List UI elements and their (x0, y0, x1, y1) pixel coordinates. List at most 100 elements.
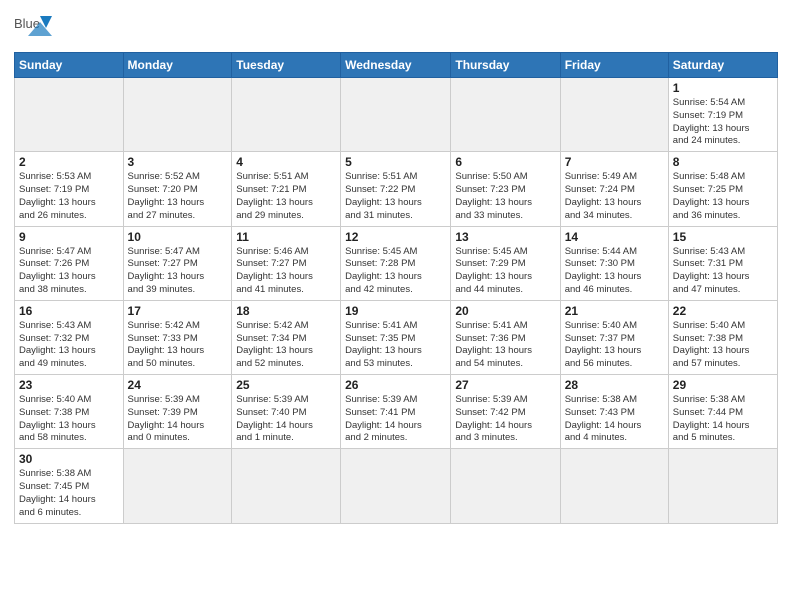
calendar-cell (232, 78, 341, 152)
day-info: Sunrise: 5:49 AM Sunset: 7:24 PM Dayligh… (565, 171, 664, 222)
day-number: 24 (128, 378, 228, 392)
day-number: 29 (673, 378, 773, 392)
calendar-cell: 20 Sunrise: 5:41 AM Sunset: 7:36 PM Dayli… (451, 300, 560, 374)
day-info: Sunrise: 5:51 AM Sunset: 7:21 PM Dayligh… (236, 171, 336, 222)
calendar-cell (15, 78, 124, 152)
day-info: Sunrise: 5:43 AM Sunset: 7:32 PM Dayligh… (19, 320, 119, 371)
day-number: 15 (673, 230, 773, 244)
calendar-week-6: 30 Sunrise: 5:38 AM Sunset: 7:45 PM Dayli… (15, 449, 778, 523)
calendar-cell: 24 Sunrise: 5:39 AM Sunset: 7:39 PM Dayli… (123, 375, 232, 449)
day-info: Sunrise: 5:42 AM Sunset: 7:34 PM Dayligh… (236, 320, 336, 371)
calendar-cell: 3 Sunrise: 5:52 AM Sunset: 7:20 PM Daylig… (123, 152, 232, 226)
calendar-cell: 12Sunrise: 5:45 AM Sunset: 7:28 PM Dayli… (341, 226, 451, 300)
day-info: Sunrise: 5:54 AM Sunset: 7:19 PM Dayligh… (673, 97, 773, 148)
day-number: 21 (565, 304, 664, 318)
calendar-week-4: 16 Sunrise: 5:43 AM Sunset: 7:32 PM Dayli… (15, 300, 778, 374)
day-number: 22 (673, 304, 773, 318)
day-number: 20 (455, 304, 555, 318)
day-number: 4 (236, 155, 336, 169)
weekday-header-friday: Friday (560, 53, 668, 78)
day-number: 13 (455, 230, 555, 244)
day-number: 18 (236, 304, 336, 318)
day-info: Sunrise: 5:51 AM Sunset: 7:22 PM Dayligh… (345, 171, 446, 222)
day-info: Sunrise: 5:40 AM Sunset: 7:38 PM Dayligh… (673, 320, 773, 371)
day-number: 1 (673, 81, 773, 95)
calendar-cell: 29 Sunrise: 5:38 AM Sunset: 7:44 PM Dayli… (668, 375, 777, 449)
calendar-cell: 19 Sunrise: 5:41 AM Sunset: 7:35 PM Dayli… (341, 300, 451, 374)
day-number: 27 (455, 378, 555, 392)
calendar-cell: 2Sunrise: 5:53 AM Sunset: 7:19 PM Daylig… (15, 152, 124, 226)
calendar-table: SundayMondayTuesdayWednesdayThursdayFrid… (14, 52, 778, 524)
calendar-cell: 9Sunrise: 5:47 AM Sunset: 7:26 PM Daylig… (15, 226, 124, 300)
calendar-cell (341, 449, 451, 523)
day-number: 17 (128, 304, 228, 318)
day-number: 19 (345, 304, 446, 318)
day-info: Sunrise: 5:38 AM Sunset: 7:45 PM Dayligh… (19, 468, 119, 519)
day-info: Sunrise: 5:39 AM Sunset: 7:42 PM Dayligh… (455, 394, 555, 445)
calendar-cell (232, 449, 341, 523)
day-info: Sunrise: 5:38 AM Sunset: 7:43 PM Dayligh… (565, 394, 664, 445)
calendar-week-5: 23Sunrise: 5:40 AM Sunset: 7:38 PM Dayli… (15, 375, 778, 449)
weekday-header-sunday: Sunday (15, 53, 124, 78)
day-info: Sunrise: 5:52 AM Sunset: 7:20 PM Dayligh… (128, 171, 228, 222)
day-number: 10 (128, 230, 228, 244)
calendar-cell (560, 78, 668, 152)
day-number: 8 (673, 155, 773, 169)
calendar-cell: 16 Sunrise: 5:43 AM Sunset: 7:32 PM Dayli… (15, 300, 124, 374)
weekday-header-tuesday: Tuesday (232, 53, 341, 78)
day-info: Sunrise: 5:53 AM Sunset: 7:19 PM Dayligh… (19, 171, 119, 222)
day-info: Sunrise: 5:39 AM Sunset: 7:41 PM Dayligh… (345, 394, 446, 445)
calendar-cell: 5 Sunrise: 5:51 AM Sunset: 7:22 PM Daylig… (341, 152, 451, 226)
calendar-cell: 13 Sunrise: 5:45 AM Sunset: 7:29 PM Dayli… (451, 226, 560, 300)
weekday-header-saturday: Saturday (668, 53, 777, 78)
calendar-cell: 17 Sunrise: 5:42 AM Sunset: 7:33 PM Dayli… (123, 300, 232, 374)
page-header: Blue (14, 10, 778, 46)
calendar-cell: 26Sunrise: 5:39 AM Sunset: 7:41 PM Dayli… (341, 375, 451, 449)
day-number: 3 (128, 155, 228, 169)
day-info: Sunrise: 5:39 AM Sunset: 7:39 PM Dayligh… (128, 394, 228, 445)
calendar-cell: 27 Sunrise: 5:39 AM Sunset: 7:42 PM Dayli… (451, 375, 560, 449)
day-info: Sunrise: 5:41 AM Sunset: 7:36 PM Dayligh… (455, 320, 555, 371)
calendar-cell: 22 Sunrise: 5:40 AM Sunset: 7:38 PM Dayli… (668, 300, 777, 374)
calendar-cell (668, 449, 777, 523)
weekday-header-wednesday: Wednesday (341, 53, 451, 78)
calendar-cell (123, 449, 232, 523)
calendar-cell: 21 Sunrise: 5:40 AM Sunset: 7:37 PM Dayli… (560, 300, 668, 374)
day-info: Sunrise: 5:42 AM Sunset: 7:33 PM Dayligh… (128, 320, 228, 371)
calendar-cell: 4 Sunrise: 5:51 AM Sunset: 7:21 PM Daylig… (232, 152, 341, 226)
day-info: Sunrise: 5:38 AM Sunset: 7:44 PM Dayligh… (673, 394, 773, 445)
day-number: 5 (345, 155, 446, 169)
calendar-week-3: 9Sunrise: 5:47 AM Sunset: 7:26 PM Daylig… (15, 226, 778, 300)
calendar-cell: 1 Sunrise: 5:54 AM Sunset: 7:19 PM Daylig… (668, 78, 777, 152)
logo-icon: Blue (14, 14, 54, 46)
day-info: Sunrise: 5:46 AM Sunset: 7:27 PM Dayligh… (236, 246, 336, 297)
calendar-week-1: 1 Sunrise: 5:54 AM Sunset: 7:19 PM Daylig… (15, 78, 778, 152)
day-info: Sunrise: 5:48 AM Sunset: 7:25 PM Dayligh… (673, 171, 773, 222)
weekday-header-monday: Monday (123, 53, 232, 78)
day-number: 11 (236, 230, 336, 244)
day-number: 16 (19, 304, 119, 318)
calendar-cell: 10Sunrise: 5:47 AM Sunset: 7:27 PM Dayli… (123, 226, 232, 300)
calendar-cell: 7Sunrise: 5:49 AM Sunset: 7:24 PM Daylig… (560, 152, 668, 226)
day-number: 30 (19, 452, 119, 466)
day-info: Sunrise: 5:39 AM Sunset: 7:40 PM Dayligh… (236, 394, 336, 445)
day-info: Sunrise: 5:47 AM Sunset: 7:26 PM Dayligh… (19, 246, 119, 297)
calendar-week-2: 2Sunrise: 5:53 AM Sunset: 7:19 PM Daylig… (15, 152, 778, 226)
day-number: 6 (455, 155, 555, 169)
calendar-cell (451, 449, 560, 523)
calendar-cell: 25Sunrise: 5:39 AM Sunset: 7:40 PM Dayli… (232, 375, 341, 449)
calendar-cell: 18 Sunrise: 5:42 AM Sunset: 7:34 PM Dayli… (232, 300, 341, 374)
day-info: Sunrise: 5:45 AM Sunset: 7:29 PM Dayligh… (455, 246, 555, 297)
calendar-cell: 23Sunrise: 5:40 AM Sunset: 7:38 PM Dayli… (15, 375, 124, 449)
day-info: Sunrise: 5:41 AM Sunset: 7:35 PM Dayligh… (345, 320, 446, 371)
calendar-cell (123, 78, 232, 152)
calendar-cell (451, 78, 560, 152)
calendar-cell (560, 449, 668, 523)
calendar-cell: 11 Sunrise: 5:46 AM Sunset: 7:27 PM Dayli… (232, 226, 341, 300)
calendar-cell: 15 Sunrise: 5:43 AM Sunset: 7:31 PM Dayli… (668, 226, 777, 300)
day-info: Sunrise: 5:43 AM Sunset: 7:31 PM Dayligh… (673, 246, 773, 297)
day-info: Sunrise: 5:40 AM Sunset: 7:38 PM Dayligh… (19, 394, 119, 445)
day-info: Sunrise: 5:40 AM Sunset: 7:37 PM Dayligh… (565, 320, 664, 371)
day-info: Sunrise: 5:45 AM Sunset: 7:28 PM Dayligh… (345, 246, 446, 297)
weekday-header-row: SundayMondayTuesdayWednesdayThursdayFrid… (15, 53, 778, 78)
